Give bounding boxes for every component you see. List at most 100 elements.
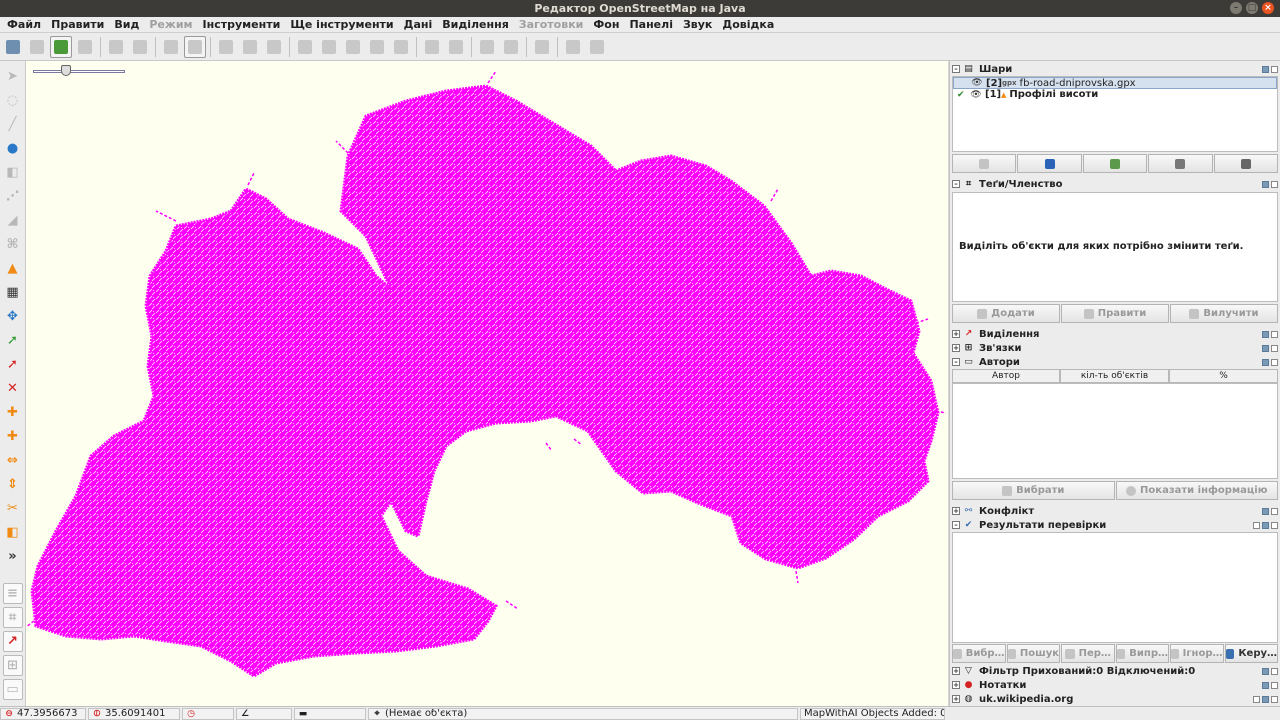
menu-help[interactable]: Довідка — [717, 18, 779, 31]
close-panel-icon[interactable] — [1271, 344, 1278, 352]
zoom-slider[interactable] — [33, 65, 128, 77]
menu-presets[interactable]: Заготовки — [514, 18, 589, 31]
layer-row[interactable]: 👁 [2] gpx fb-road-dniprovska.gpx — [953, 77, 1277, 89]
column-author[interactable]: Автор — [952, 369, 1060, 383]
menu-audio[interactable]: Звук — [678, 18, 717, 31]
detach-panel-icon[interactable] — [1262, 695, 1269, 703]
cut-tool-button[interactable]: ✂ — [3, 498, 23, 519]
split-way-button[interactable] — [215, 36, 237, 58]
delete-mode-button[interactable]: ◧ — [3, 162, 23, 183]
visibility-eye-icon[interactable]: 👁 — [967, 90, 985, 100]
detach-panel-icon[interactable] — [1262, 358, 1269, 366]
dialog-toggle-4-button[interactable]: ⊞ — [2, 655, 23, 676]
copy-tool-button[interactable]: ◧ — [3, 522, 23, 543]
preset-road-3-button[interactable] — [366, 36, 388, 58]
zoom-slider-handle[interactable] — [61, 65, 71, 76]
preferences-button[interactable] — [160, 36, 182, 58]
close-panel-icon[interactable] — [1271, 358, 1278, 366]
menu-more-tools[interactable]: Ще інструменти — [285, 18, 398, 31]
menu-tools[interactable]: Інструменти — [198, 18, 286, 31]
select-mode-button[interactable]: ➤ — [3, 66, 23, 87]
close-window-button[interactable]: × — [1262, 2, 1274, 14]
map-view[interactable] — [26, 61, 948, 706]
validation-revalidate-button[interactable]: Пер… — [1061, 644, 1115, 663]
detach-panel-icon[interactable] — [1262, 65, 1269, 73]
dialog-toggle-2-button[interactable]: ⌗ — [2, 607, 23, 628]
column-object-count[interactable]: кіл-ть об'єктів — [1060, 369, 1169, 383]
layers-panel-header[interactable]: – ▤ Шари — [952, 62, 1278, 76]
collapse-toggle-icon[interactable]: – — [952, 358, 960, 366]
upload-button[interactable] — [74, 36, 96, 58]
panel-settings-icon[interactable] — [1253, 521, 1260, 529]
detach-panel-icon[interactable] — [1262, 507, 1269, 515]
validation-manage-button[interactable]: Керу… — [1224, 644, 1278, 663]
authors-panel-header[interactable]: – ▭ Автори — [952, 355, 1278, 369]
collapse-toggle-icon[interactable]: – — [952, 521, 960, 529]
menu-mode[interactable]: Режим — [144, 18, 197, 31]
move-layer-down-button[interactable] — [1017, 154, 1082, 173]
menu-windows[interactable]: Панелі — [624, 18, 678, 31]
preset-road-1-button[interactable] — [318, 36, 340, 58]
filter-panel-header[interactable]: + ▽ Фільтр Прихований:0 Відключений:0 — [952, 664, 1278, 678]
menu-view[interactable]: Вид — [109, 18, 144, 31]
download-button[interactable] — [50, 35, 72, 58]
merge-layer-button[interactable] — [1082, 154, 1148, 173]
redo-button[interactable] — [129, 36, 151, 58]
close-panel-icon[interactable] — [1271, 507, 1278, 515]
extrude-button[interactable]: ⌘ — [3, 234, 23, 255]
menu-data[interactable]: Дані — [399, 18, 438, 31]
notes-panel-header[interactable]: + ● Нотатки — [952, 678, 1278, 692]
detach-panel-icon[interactable] — [1262, 521, 1269, 529]
more-tools-button[interactable]: » — [3, 546, 23, 567]
expand-toggle-icon[interactable]: + — [952, 507, 960, 515]
validation-search-button[interactable]: Пошук — [1006, 644, 1060, 663]
preset-car-button[interactable] — [421, 36, 443, 58]
menu-selection[interactable]: Виділення — [437, 18, 514, 31]
delete-layer-button[interactable] — [1213, 154, 1279, 173]
panel-settings-icon[interactable] — [1253, 695, 1260, 703]
detach-panel-icon[interactable] — [1262, 180, 1269, 188]
expand-toggle-icon[interactable]: + — [952, 681, 960, 689]
preset-road-2-button[interactable] — [342, 36, 364, 58]
parallel-way-button[interactable]: ◢ — [3, 210, 23, 231]
merge-nodes-button[interactable]: ✚ — [3, 402, 23, 423]
conflict-panel-header[interactable]: + ⚯ Конфлікт — [952, 504, 1278, 518]
align-vertical-button[interactable]: ⇕ — [3, 474, 23, 495]
tags-panel-header[interactable]: – ⌗ Теґи/Членство — [952, 177, 1278, 191]
collapse-toggle-icon[interactable]: – — [952, 180, 960, 188]
expand-toggle-icon[interactable]: + — [952, 695, 960, 703]
move-layer-up-button[interactable] — [952, 154, 1017, 173]
preset-highway-button[interactable] — [294, 36, 316, 58]
maximize-button[interactable]: □ — [1246, 2, 1258, 14]
dialog-toggle-1-button[interactable]: ≡ — [2, 583, 23, 604]
edit-tag-button[interactable]: Правити — [1061, 304, 1169, 323]
draw-mode-button[interactable]: ╱ — [3, 114, 23, 135]
select-author-objects-button[interactable]: Вибрати — [952, 481, 1115, 500]
zoom-mode-button[interactable]: ● — [3, 138, 23, 159]
minimize-button[interactable]: – — [1230, 2, 1242, 14]
menu-imagery[interactable]: Фон — [588, 18, 624, 31]
undo-button[interactable] — [105, 36, 127, 58]
combine-way-button[interactable] — [239, 36, 261, 58]
wireframe-toggle-button[interactable] — [184, 35, 206, 58]
lasso-mode-button[interactable]: ◌ — [3, 90, 23, 111]
red-arrow-button[interactable]: ➚ — [3, 354, 23, 375]
preset-landuse-button[interactable] — [586, 36, 608, 58]
reverse-way-button[interactable] — [263, 36, 285, 58]
preset-bus-button[interactable] — [445, 36, 467, 58]
preset-door-button[interactable] — [476, 36, 498, 58]
split-nodes-button[interactable]: ✚ — [3, 426, 23, 447]
close-panel-icon[interactable] — [1271, 681, 1278, 689]
detach-panel-icon[interactable] — [1262, 330, 1269, 338]
elevation-profile-button[interactable]: ▲ — [3, 258, 23, 279]
close-panel-icon[interactable] — [1271, 65, 1278, 73]
close-panel-icon[interactable] — [1271, 695, 1278, 703]
visibility-eye-icon[interactable]: 👁 — [968, 78, 986, 88]
detach-panel-icon[interactable] — [1262, 681, 1269, 689]
dialog-toggle-5-button[interactable]: ▭ — [2, 679, 23, 700]
menu-file[interactable]: Файл — [2, 18, 46, 31]
validation-ignore-button[interactable]: Ігнор… — [1170, 644, 1224, 663]
save-button[interactable] — [26, 36, 48, 58]
expand-toggle-icon[interactable]: + — [952, 330, 960, 338]
layer-opacity-button[interactable] — [1148, 154, 1213, 173]
